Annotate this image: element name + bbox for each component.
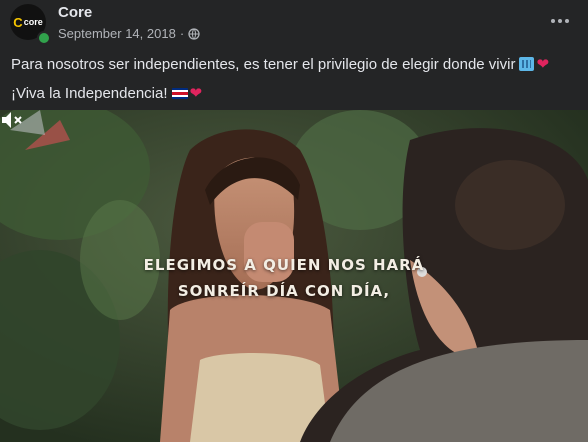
video-frame xyxy=(0,110,588,442)
post-meta: September 14, 2018 · xyxy=(58,26,200,41)
globe-icon[interactable] xyxy=(188,27,200,40)
post-header: Ccore Core September 14, 2018 · xyxy=(10,2,578,45)
facebook-post: Ccore Core September 14, 2018 · Para nos… xyxy=(0,0,588,442)
post-text-line1: Para nosotros ser independientes, es ten… xyxy=(11,50,581,79)
post-date[interactable]: September 14, 2018 xyxy=(58,26,176,41)
avatar-text: core xyxy=(23,17,43,27)
meta-separator: · xyxy=(179,26,185,41)
more-options-button[interactable] xyxy=(546,10,574,32)
video-caption-line1: ELEGIMOS A QUIEN NOS HARÁ xyxy=(143,256,425,274)
post-text: Para nosotros ser independientes, es ten… xyxy=(11,50,581,108)
building-icon xyxy=(519,57,535,71)
core-logo-mark-icon: C xyxy=(13,14,23,30)
red-heart-icon: ❤ xyxy=(536,56,550,73)
video-player[interactable]: ELEGIMOS A QUIEN NOS HARÁ SONREÍR DÍA CO… xyxy=(0,110,588,442)
video-caption-line2: SONREÍR DÍA CON DÍA, xyxy=(177,282,391,300)
online-status-dot xyxy=(37,31,51,45)
post-text-line2: ¡Viva la Independencia! ❤ xyxy=(11,79,581,108)
post-text-line2-content: ¡Viva la Independencia! xyxy=(11,85,168,102)
costa-rica-flag-icon xyxy=(171,88,188,99)
red-heart-icon: ❤ xyxy=(189,85,203,102)
page-name[interactable]: Core xyxy=(58,4,92,21)
post-text-line1-content: Para nosotros ser independientes, es ten… xyxy=(11,56,516,73)
speaker-muted-icon[interactable] xyxy=(0,110,24,130)
